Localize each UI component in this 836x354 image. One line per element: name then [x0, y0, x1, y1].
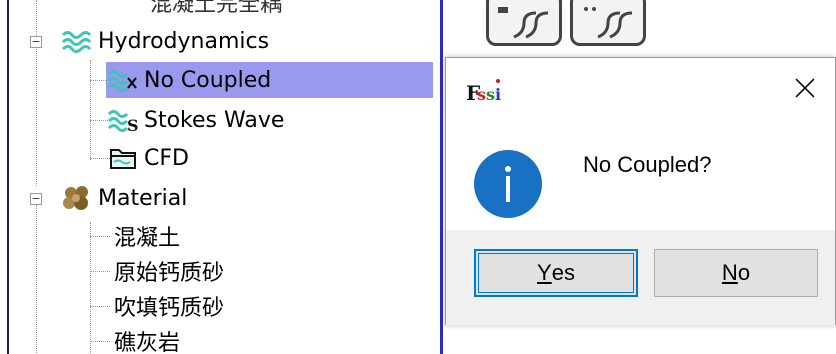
tree-item-material-3[interactable]: 吹填钙质砂: [110, 288, 228, 324]
tree-connector: [36, 0, 37, 186]
no-coupled-wave-icon: [106, 65, 140, 95]
tree-connector: [36, 205, 37, 354]
dialog-footer: Yes No: [446, 230, 835, 325]
tree-item-label: 原始钙质砂: [114, 261, 225, 286]
cfd-folder-icon: [106, 143, 140, 173]
yes-label: es: [551, 260, 575, 285]
tool-wave-icon: [584, 7, 633, 39]
tree-item-material-2[interactable]: 原始钙质砂: [110, 253, 228, 289]
tree-item-material-4[interactable]: 礁灰岩: [110, 323, 184, 354]
tree-connector: [90, 236, 110, 237]
tree-item-label: 混凝土: [114, 226, 181, 251]
no-mnemonic: N: [721, 260, 738, 285]
tree-item-stokes-wave[interactable]: S Stokes Wave: [106, 102, 288, 138]
confirm-dialog: F s s i No Coupled? Yes No: [445, 57, 836, 325]
dialog-titlebar[interactable]: F s s i: [446, 58, 835, 120]
close-button[interactable]: [775, 68, 835, 108]
stokes-wave-icon: S: [106, 105, 140, 135]
tree-item-label: 吹填钙质砂: [114, 296, 225, 321]
svg-text:S: S: [127, 116, 139, 133]
dialog-message: No Coupled?: [583, 152, 712, 177]
tree-item-label: CFD: [144, 145, 189, 171]
hydrodynamics-collapse-toggle[interactable]: −: [30, 36, 42, 48]
tree-item-hydrodynamics[interactable]: Hydrodynamics: [60, 23, 273, 59]
hydrodynamics-wave-icon: [60, 26, 94, 56]
dialog-body: No Coupled?: [446, 120, 835, 220]
tree-item-label: 礁灰岩: [114, 331, 181, 354]
svg-text:s: s: [486, 85, 495, 104]
material-collapse-toggle[interactable]: −: [30, 193, 42, 205]
tree-panel: 混凝土完全耦 − Hydrodynamics No Coupled S Stok…: [0, 0, 440, 354]
svg-text:s: s: [477, 85, 486, 104]
yes-button[interactable]: Yes: [474, 249, 638, 297]
material-icon: [60, 183, 94, 213]
svg-text:i: i: [495, 85, 501, 104]
tree-item-no-coupled[interactable]: No Coupled: [106, 62, 433, 98]
tree-connector: [90, 306, 110, 307]
tree-connector: [90, 341, 110, 342]
tree-item-material-1[interactable]: 混凝土: [110, 218, 184, 254]
panel-left-border: [7, 0, 9, 354]
tree-connector: [90, 60, 91, 160]
tool-wave-icon: [498, 7, 549, 39]
close-icon: [795, 78, 815, 98]
no-button[interactable]: No: [654, 249, 818, 297]
tree-item-cfd[interactable]: CFD: [106, 140, 193, 176]
no-label: o: [737, 260, 751, 285]
tool-button-2[interactable]: [570, 0, 646, 46]
tree-item-label: Stokes Wave: [144, 107, 285, 133]
tree-item-label: Material: [98, 185, 188, 211]
app-logo: F s s i: [466, 76, 506, 111]
tree-connector: [90, 222, 91, 354]
tree-item-label: Hydrodynamics: [98, 28, 270, 54]
tree-item-material[interactable]: Material: [60, 180, 191, 216]
tool-button-1[interactable]: [486, 0, 562, 46]
tree-connector: [90, 271, 110, 272]
info-icon: [474, 150, 542, 218]
toolbar-strip: [443, 0, 836, 60]
tree-item-clipped[interactable]: 混凝土完全耦: [150, 0, 282, 18]
tree-item-label: No Coupled: [144, 67, 272, 93]
yes-mnemonic: Y: [537, 260, 552, 285]
